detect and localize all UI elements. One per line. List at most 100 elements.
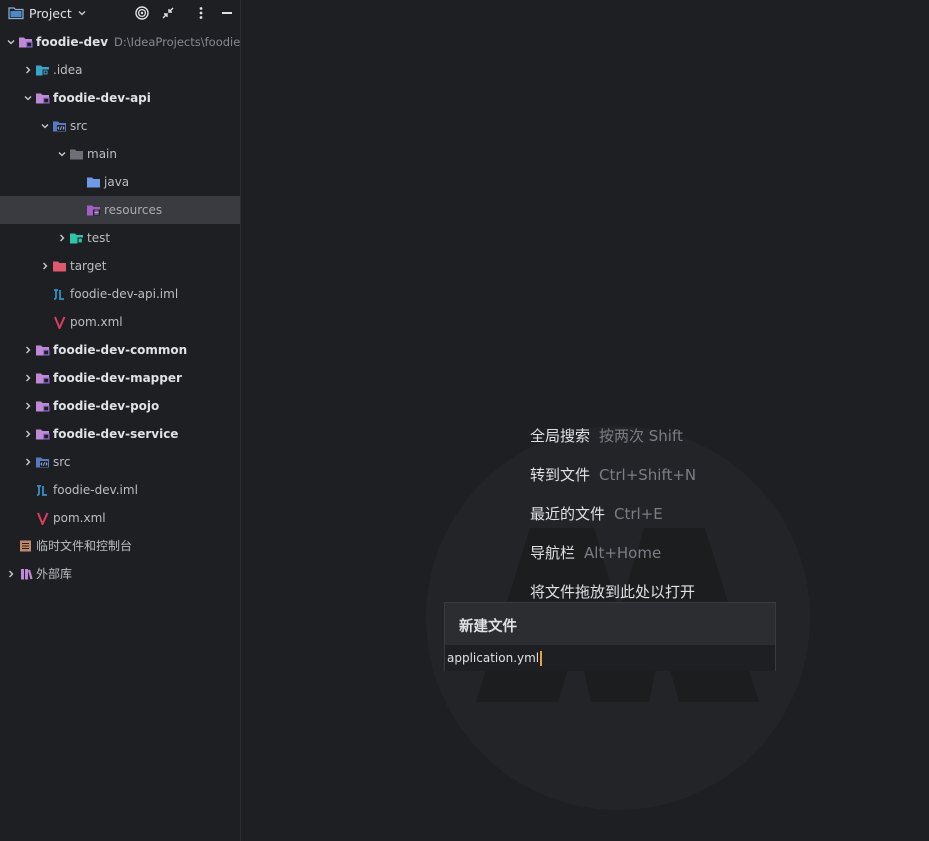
module-folder-icon [36,429,50,440]
java-folder-icon [87,177,100,188]
tree-item-label: foodie-dev.iml [53,483,138,497]
project-panel: Project foodie-dev D:\IdeaProjects\foodi… [0,0,241,841]
chevron-down-icon[interactable] [57,149,67,159]
module-folder-icon [19,37,33,48]
module-folder-icon [36,345,50,356]
tree-item[interactable]: pom.xml [0,308,240,336]
hint-shortcut: 按两次 Shift [599,427,683,445]
iml-file-icon [36,485,47,496]
hint-action: 导航栏 [530,544,576,562]
project-toolbar: Project [0,0,240,26]
tree-item[interactable]: foodie-dev-api.iml [0,280,240,308]
chevron-right-icon[interactable] [23,429,33,439]
tree-item-label: 外部库 [36,567,73,581]
chevron-right-icon[interactable] [57,233,67,243]
tree-item-label: pom.xml [70,315,123,329]
source-folder-icon [36,457,49,468]
tree-item[interactable]: foodie-dev-api [0,84,240,112]
chevron-right-icon[interactable] [23,373,33,383]
chevron-right-icon[interactable] [6,569,16,579]
text-caret [540,651,543,666]
module-folder-icon [36,373,50,384]
tree-item[interactable]: foodie-dev-pojo [0,392,240,420]
chevron-right-icon[interactable] [23,345,33,355]
tree-item-label: foodie-dev [36,35,109,49]
tree-item-label: foodie-dev-api.iml [70,287,179,301]
locate-icon[interactable] [133,4,151,22]
tree-item[interactable]: resources [0,196,240,224]
project-view-title: Project [29,5,72,21]
chevron-down-icon[interactable] [40,121,50,131]
editor-hint: 转到文件 Ctrl+Shift+N [530,464,696,485]
chevron-right-icon[interactable] [40,261,50,271]
tree-item[interactable]: foodie-dev-common [0,336,240,364]
project-window-icon [8,7,24,20]
tree-item[interactable]: pom.xml [0,504,240,532]
tree-item-label: src [70,119,88,133]
module-folder-icon [36,401,50,412]
tree-item[interactable]: src [0,448,240,476]
tree-item-label: foodie-dev-mapper [53,371,182,385]
project-tree: foodie-dev D:\IdeaProjects\foodie-de .idea… [0,28,240,588]
tree-item-label: 临时文件和控制台 [36,539,133,553]
hint-action: 转到文件 [530,466,591,484]
tree-item[interactable]: java [0,168,240,196]
editor-hint: 导航栏 Alt+Home [530,542,661,563]
source-folder-icon [53,121,66,132]
tree-item-label: main [87,147,117,161]
resources-folder-icon [87,205,100,216]
editor-hint: 将文件拖放到此处以打开 [530,581,695,602]
editor-hint: 全局搜索 按两次 Shift [530,425,683,446]
library-icon [21,569,33,580]
tree-item[interactable]: src [0,112,240,140]
tree-item[interactable]: .idea [0,56,240,84]
tree-item[interactable]: test [0,224,240,252]
tree-item-path: D:\IdeaProjects\foodie-de [114,35,241,49]
idea-folder-icon [36,65,50,76]
ide-logo-watermark [426,426,810,810]
folder-icon [70,149,83,160]
hint-shortcut: Alt+Home [584,544,662,562]
test-folder-icon [70,233,83,244]
tree-item[interactable]: 临时文件和控制台 [0,532,240,560]
chevron-down-icon [78,11,86,16]
tree-item[interactable]: foodie-dev.iml [0,476,240,504]
tree-item[interactable]: 外部库 [0,560,240,588]
module-folder-icon [36,93,50,104]
hint-action: 将文件拖放到此处以打开 [530,583,696,601]
tree-item-label: target [70,259,107,273]
iml-file-icon [53,289,64,300]
tree-item-label: foodie-dev-common [53,343,188,357]
tree-item-label: src [53,455,71,469]
chevron-right-icon[interactable] [23,401,33,411]
tree-item-label: pom.xml [53,511,106,525]
minimize-icon[interactable] [218,4,236,22]
chevron-right-icon[interactable] [23,457,33,467]
tree-item[interactable]: foodie-dev-service [0,420,240,448]
maven-file-icon [37,512,49,525]
tree-item-label: resources [104,203,163,217]
maven-file-icon [54,316,66,329]
scratches-icon [20,540,31,552]
excluded-folder-icon [53,261,66,272]
project-view-selector[interactable]: Project [8,4,87,22]
tree-item-label: foodie-dev-pojo [53,399,160,413]
chevron-down-icon[interactable] [23,93,33,103]
tree-item[interactable]: target [0,252,240,280]
file-name-input[interactable] [445,645,775,671]
hint-shortcut: Ctrl+E [614,505,663,523]
editor-hint: 最近的文件 Ctrl+E [530,503,663,524]
chevron-right-icon[interactable] [23,65,33,75]
tree-item[interactable]: foodie-dev D:\IdeaProjects\foodie-de [0,28,240,56]
editor-empty-area[interactable]: 全局搜索 按两次 Shift 转到文件 Ctrl+Shift+N 最近的文件 Ctrl+E… [241,0,929,841]
tree-item[interactable]: main [0,140,240,168]
hint-action: 全局搜索 [530,427,591,445]
tree-item[interactable]: foodie-dev-mapper [0,364,240,392]
collapse-icon[interactable] [159,4,177,22]
tree-item-label: test [87,231,111,245]
tree-item-label: java [104,175,130,189]
chevron-down-icon[interactable] [6,37,16,47]
popup-title: 新建文件 [459,619,517,635]
hint-action: 最近的文件 [530,505,606,523]
more-icon[interactable] [192,4,210,22]
